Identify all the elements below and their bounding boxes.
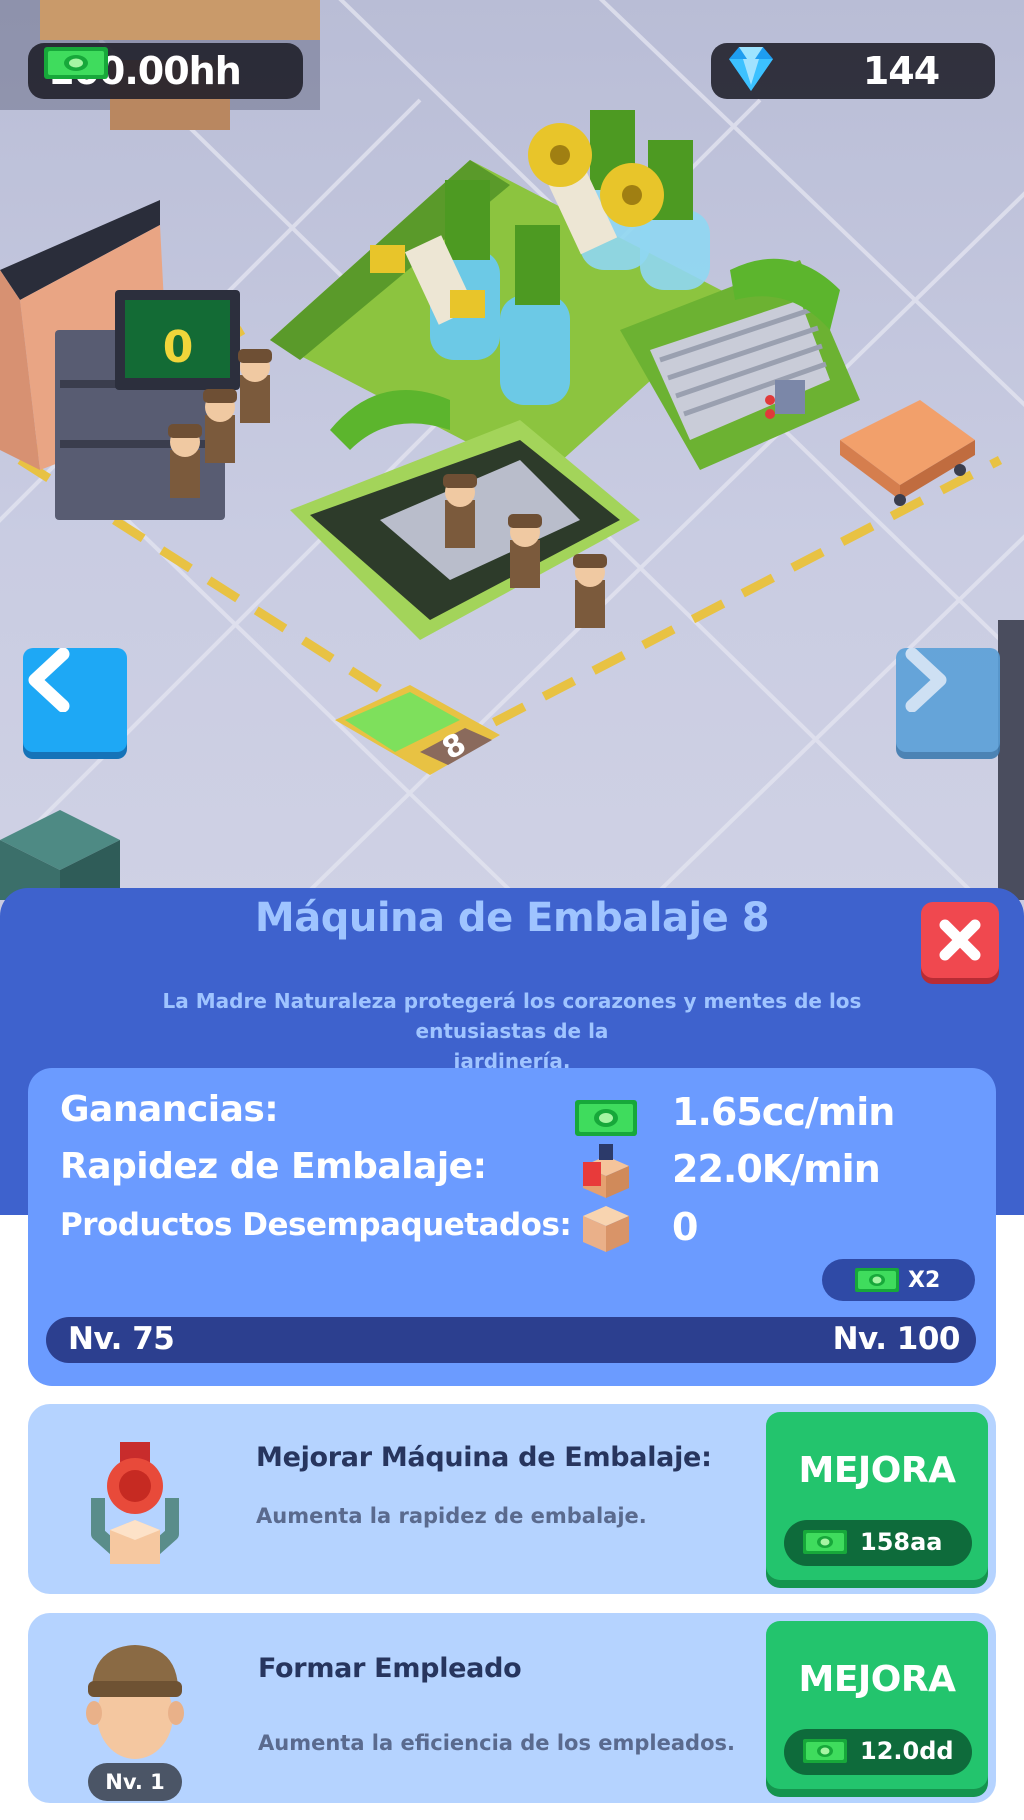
machine-counter: 0 [163, 322, 194, 373]
multiplier-label: X2 [908, 1267, 941, 1293]
upgrade-machine-button[interactable]: MEJORA 158aa [766, 1412, 988, 1580]
chevron-right-icon [905, 648, 947, 712]
earnings-value: 1.65cc/min [672, 1090, 895, 1134]
unpacked-products-label: Productos Desempaquetados: [60, 1207, 572, 1243]
unpacked-products-value: 0 [672, 1205, 698, 1249]
factory-scene: 0 8 100.00hh 144 [0, 0, 1024, 900]
gem-counter: 144 [711, 43, 995, 99]
employee-level-badge: Nv. 1 [88, 1763, 182, 1801]
cash-icon [855, 1268, 899, 1292]
upgrade-button-label: MEJORA [798, 1659, 957, 1700]
next-level-label: Nv. 100 [832, 1321, 961, 1357]
close-icon [939, 919, 981, 961]
upgrade-machine-cost-value: 158aa [860, 1528, 943, 1556]
gem-value: 144 [862, 49, 940, 93]
train-employee-title: Formar Empleado [258, 1653, 522, 1684]
train-employee-cost-value: 12.0dd [860, 1737, 954, 1765]
upgrade-machine-card: Mejorar Máquina de Embalaje: Aumenta la … [28, 1404, 996, 1594]
diamond-icon [729, 47, 773, 91]
upgrade-button-label: MEJORA [798, 1450, 957, 1491]
train-employee-card: Nv. 1 Formar Empleado Aumenta la eficien… [28, 1613, 996, 1803]
prev-machine-button[interactable] [23, 648, 127, 752]
chevron-left-icon [28, 648, 70, 712]
next-machine-button[interactable] [896, 648, 1000, 752]
upgrade-machine-title: Mejorar Máquina de Embalaje: [256, 1442, 712, 1473]
train-employee-description: Aumenta la eficiencia de los empleados. [258, 1731, 735, 1755]
train-employee-button[interactable]: MEJORA 12.0dd [766, 1621, 988, 1789]
train-employee-cost: 12.0dd [784, 1729, 972, 1775]
earnings-label: Ganancias: [60, 1089, 279, 1130]
packing-speed-label: Rapidez de Embalaje: [60, 1146, 487, 1187]
packing-speed-value: 22.0K/min [672, 1147, 881, 1191]
money-counter: 100.00hh [28, 43, 303, 99]
stats-card: Ganancias: 1.65cc/min Rapidez de Embalaj… [28, 1068, 996, 1386]
close-button[interactable] [921, 902, 999, 978]
x2-multiplier-badge: X2 [822, 1259, 975, 1301]
cash-icon [803, 1739, 847, 1763]
panel-description: La Madre Naturaleza protegerá los corazo… [110, 986, 914, 1076]
factory-floor-illustration: 0 8 [0, 0, 1024, 900]
packing-box-icon [583, 1144, 629, 1198]
employee-avatar-icon [86, 1645, 184, 1759]
packing-machine-icon [91, 1442, 179, 1564]
cash-icon [44, 47, 108, 79]
cash-icon [803, 1530, 847, 1554]
level-progress-bar: Nv. 75 Nv. 100 [46, 1317, 976, 1363]
current-level-label: Nv. 75 [68, 1321, 175, 1357]
description-line-1: La Madre Naturaleza protegerá los corazo… [162, 989, 862, 1043]
panel-title: Máquina de Embalaje 8 [254, 895, 770, 941]
cash-icon [575, 1100, 637, 1136]
box-icon [583, 1206, 629, 1252]
upgrade-machine-description: Aumenta la rapidez de embalaje. [256, 1504, 647, 1528]
upgrade-machine-cost: 158aa [784, 1520, 972, 1566]
